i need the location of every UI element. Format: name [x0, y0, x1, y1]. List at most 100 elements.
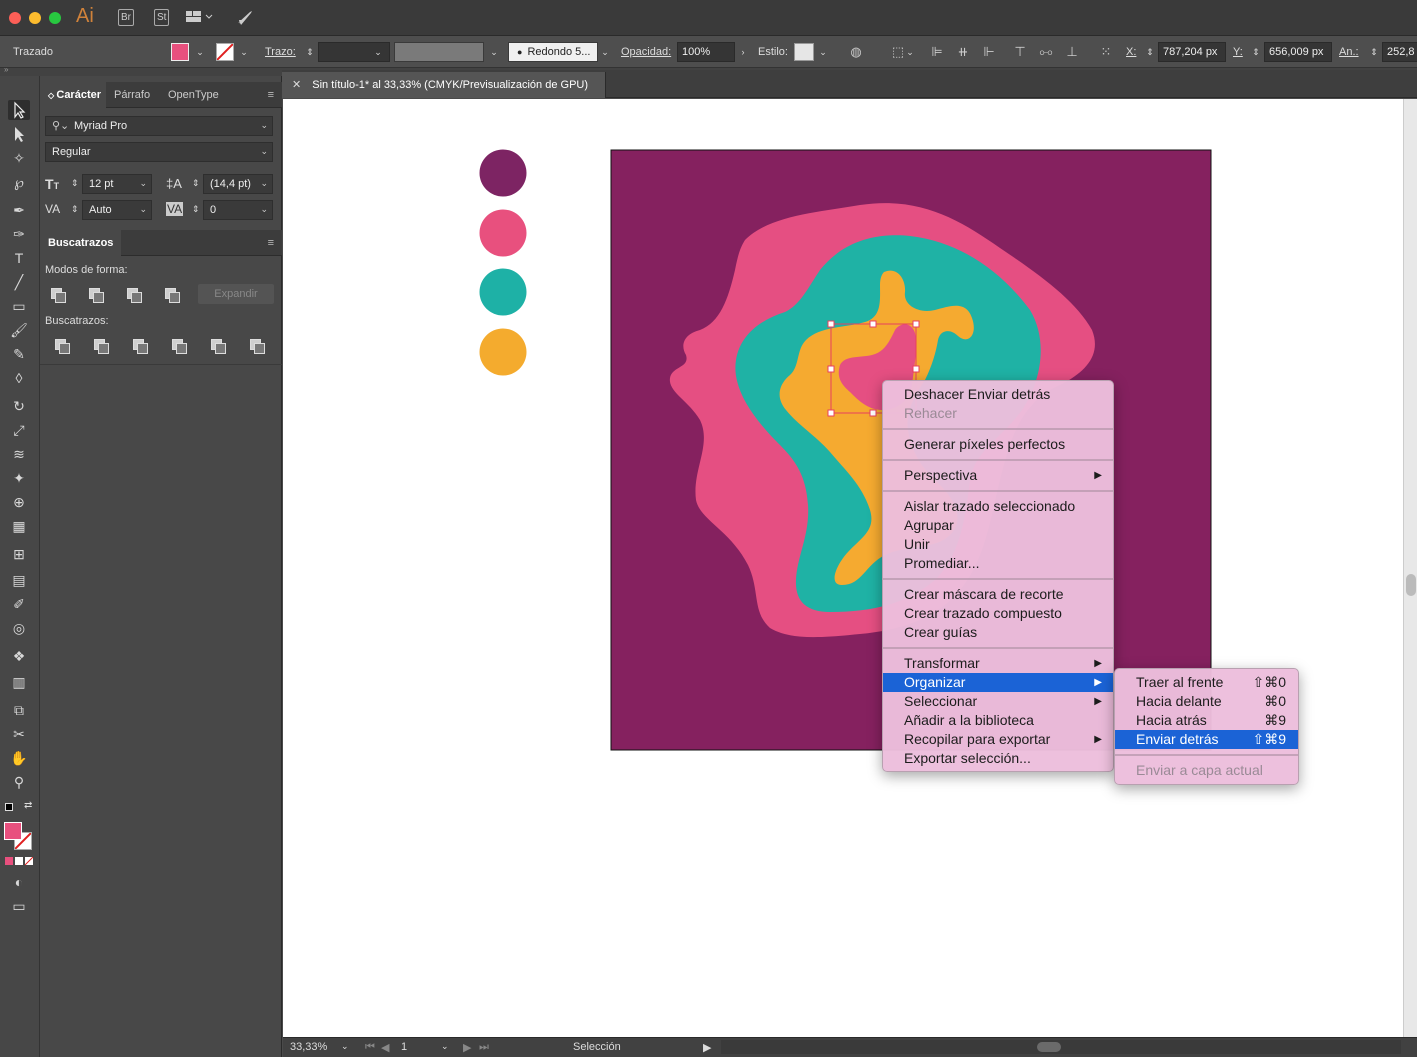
- tab-pathfinder[interactable]: Buscatrazos: [40, 230, 122, 256]
- minus-back-icon[interactable]: [249, 338, 265, 354]
- shaper-tool-icon[interactable]: ✎: [8, 344, 30, 364]
- trim-icon[interactable]: [93, 338, 109, 354]
- rectangle-tool-icon[interactable]: ▭: [8, 296, 30, 316]
- font-size-stepper[interactable]: ⇕: [71, 178, 79, 189]
- line-tool-icon[interactable]: ╱: [8, 272, 30, 292]
- minimize-window-button[interactable]: [29, 12, 41, 24]
- swap-colors-icon[interactable]: ⇄: [24, 800, 32, 811]
- default-colors-icon[interactable]: [5, 803, 13, 811]
- next-artboard-icon[interactable]: ▶: [463, 1041, 471, 1054]
- divide-icon[interactable]: [54, 338, 70, 354]
- tracking-stepper[interactable]: ⇕: [192, 204, 200, 215]
- menu-item-isolate-path[interactable]: Aislar trazado seleccionado: [883, 497, 1113, 516]
- brush-definition[interactable]: ● Redondo 5...: [508, 42, 598, 62]
- menu-item-average[interactable]: Promediar...: [883, 554, 1113, 573]
- align-top-icon[interactable]: ⊤: [1012, 44, 1028, 60]
- document-tab[interactable]: ✕ Sin título-1* al 33,33% (CMYK/Previsua…: [282, 72, 606, 98]
- style-dropdown-icon[interactable]: ⌄: [816, 42, 830, 62]
- bridge-button[interactable]: Br: [118, 9, 134, 26]
- menu-item-select[interactable]: Seleccionar ▶: [883, 692, 1113, 711]
- x-stepper[interactable]: ⇕: [1143, 42, 1157, 62]
- profile-dropdown-icon[interactable]: ⌄: [487, 42, 501, 62]
- hand-tool-icon[interactable]: ✋: [8, 748, 30, 768]
- menu-item-pixel-perfect[interactable]: Generar píxeles perfectos: [883, 435, 1113, 454]
- tab-character[interactable]: ◇ Carácter: [40, 82, 106, 108]
- menu-item-make-guides[interactable]: Crear guías: [883, 623, 1113, 642]
- stock-button[interactable]: St: [154, 9, 170, 26]
- puppet-warp-tool-icon[interactable]: ✦: [8, 468, 30, 488]
- font-style-field[interactable]: Regular ⌄: [45, 142, 273, 162]
- artboard-number[interactable]: 1: [401, 1041, 407, 1053]
- opacity-arrow-icon[interactable]: ›: [736, 42, 750, 62]
- workspace-layout-icon[interactable]: [186, 10, 213, 24]
- brush-dropdown-icon[interactable]: ⌄: [598, 42, 612, 62]
- menu-item-arrange[interactable]: Organizar ▶: [883, 673, 1113, 692]
- y-stepper[interactable]: ⇕: [1249, 42, 1263, 62]
- eraser-tool-icon[interactable]: ◊: [8, 368, 30, 388]
- artboard-dropdown-icon[interactable]: ⌄: [441, 1041, 449, 1052]
- direct-selection-tool-icon[interactable]: [8, 124, 30, 144]
- shape-builder-tool-icon[interactable]: ⊕: [8, 492, 30, 512]
- opacity-input[interactable]: 100%: [677, 42, 735, 62]
- align-left-icon[interactable]: ⊫: [929, 44, 945, 60]
- crop-icon[interactable]: [171, 338, 187, 354]
- curvature-tool-icon[interactable]: ✑: [8, 224, 30, 244]
- outline-icon[interactable]: [210, 338, 226, 354]
- align-horizontal-center-icon[interactable]: ⧺: [955, 44, 971, 60]
- first-artboard-icon[interactable]: ⏮: [365, 1041, 375, 1054]
- rocket-icon[interactable]: [236, 9, 254, 27]
- zoom-dropdown-icon[interactable]: ⌄: [341, 1041, 349, 1052]
- merge-icon[interactable]: [132, 338, 148, 354]
- submenu-item-send-to-back[interactable]: Enviar detrás ⇧⌘9: [1115, 730, 1298, 749]
- collapse-arrows-icon[interactable]: »: [4, 65, 8, 74]
- stroke-none-swatch[interactable]: [216, 43, 234, 61]
- width-input[interactable]: 252,8: [1382, 42, 1417, 62]
- leading-field[interactable]: (14,4 pt) ⌄: [203, 174, 273, 194]
- tab-paragraph[interactable]: Párrafo: [106, 82, 158, 108]
- transform-dropdown-icon[interactable]: ⌄: [903, 42, 917, 62]
- align-vertical-center-icon[interactable]: ⧟: [1038, 44, 1054, 60]
- stroke-label[interactable]: Trazo:: [265, 46, 296, 58]
- submenu-item-send-backward[interactable]: Hacia atrás ⌘9: [1115, 711, 1298, 730]
- previous-artboard-icon[interactable]: ◀: [381, 1041, 389, 1054]
- horizontal-scrollbar[interactable]: [721, 1040, 1401, 1054]
- minus-front-icon[interactable]: [88, 287, 104, 303]
- x-position-input[interactable]: 787,204 px: [1158, 42, 1226, 62]
- zoom-level[interactable]: 33,33%: [290, 1041, 327, 1053]
- close-window-button[interactable]: [9, 12, 21, 24]
- blend-tool-icon[interactable]: ◎: [8, 618, 30, 638]
- recolor-artwork-icon[interactable]: ◍: [848, 44, 864, 60]
- kerning-field[interactable]: Auto ⌄: [82, 200, 152, 220]
- opacity-label[interactable]: Opacidad:: [621, 46, 671, 58]
- stroke-weight-stepper[interactable]: ⇕: [303, 42, 317, 62]
- leading-stepper[interactable]: ⇕: [192, 178, 200, 189]
- graph-tool-icon[interactable]: ▥: [8, 672, 30, 692]
- align-right-icon[interactable]: ⊩: [981, 44, 997, 60]
- menu-item-export-selection[interactable]: Exportar selección...: [883, 749, 1113, 768]
- scale-tool-icon[interactable]: ⤢: [8, 420, 30, 440]
- drawing-mode-icon[interactable]: ◐: [8, 872, 30, 892]
- symbol-sprayer-tool-icon[interactable]: ❖: [8, 646, 30, 666]
- menu-item-transform[interactable]: Transformar ▶: [883, 654, 1113, 673]
- panel-menu-icon[interactable]: ≡: [268, 237, 274, 249]
- menu-item-collect-export[interactable]: Recopilar para exportar ▶: [883, 730, 1113, 749]
- menu-item-join[interactable]: Unir: [883, 535, 1113, 554]
- submenu-item-bring-to-front[interactable]: Traer al frente ⇧⌘0: [1115, 673, 1298, 692]
- align-bottom-icon[interactable]: ⊥: [1064, 44, 1080, 60]
- kerning-stepper[interactable]: ⇕: [71, 204, 79, 215]
- status-arrow-icon[interactable]: ▶: [703, 1041, 711, 1054]
- magic-wand-tool-icon[interactable]: ✧: [8, 148, 30, 168]
- menu-item-undo-send-back[interactable]: Deshacer Enviar detrás: [883, 385, 1113, 404]
- gradient-tool-icon[interactable]: ▤: [8, 570, 30, 590]
- slice-tool-icon[interactable]: ✂: [8, 724, 30, 744]
- close-tab-icon[interactable]: ✕: [292, 79, 301, 91]
- mesh-tool-icon[interactable]: ⊞: [8, 544, 30, 564]
- horizontal-scroll-thumb[interactable]: [1037, 1042, 1061, 1052]
- unite-icon[interactable]: [50, 287, 66, 303]
- menu-item-perspective[interactable]: Perspectiva ▶: [883, 466, 1113, 485]
- pen-tool-icon[interactable]: ✒: [8, 200, 30, 220]
- artboard-tool-icon[interactable]: ⧉: [8, 700, 30, 720]
- tracking-field[interactable]: 0 ⌄: [203, 200, 273, 220]
- expand-button[interactable]: Expandir: [198, 284, 274, 304]
- type-tool-icon[interactable]: T: [8, 248, 30, 268]
